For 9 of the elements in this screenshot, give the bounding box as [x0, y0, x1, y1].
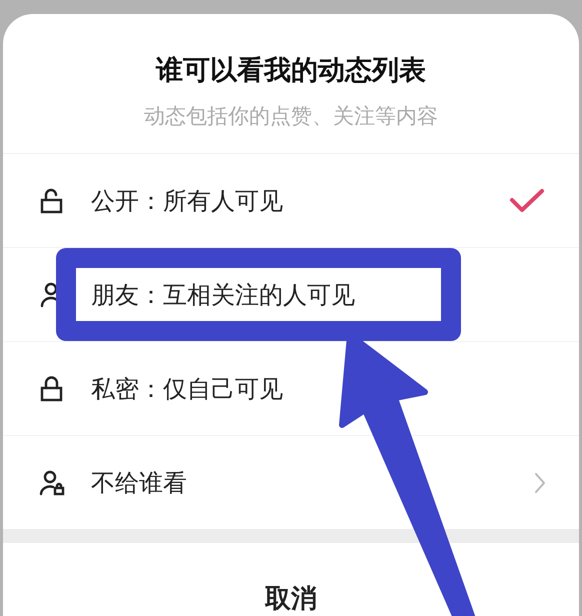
option-label[interactable]: 私密：仅自己可见: [91, 372, 549, 405]
option-label[interactable]: 公开：所有人可见: [91, 184, 509, 217]
sheet-subtitle: 动态包括你的点赞、关注等内容: [144, 103, 438, 130]
lock-icon: [39, 376, 65, 402]
option-label[interactable]: 不给谁看: [91, 466, 533, 499]
person-lock-icon: [39, 470, 65, 496]
sheet-title: 谁可以看我的动态列表: [156, 54, 426, 88]
lock-icon: [39, 188, 65, 214]
option-label[interactable]: 朋友：互相关注的人可见: [91, 278, 549, 311]
